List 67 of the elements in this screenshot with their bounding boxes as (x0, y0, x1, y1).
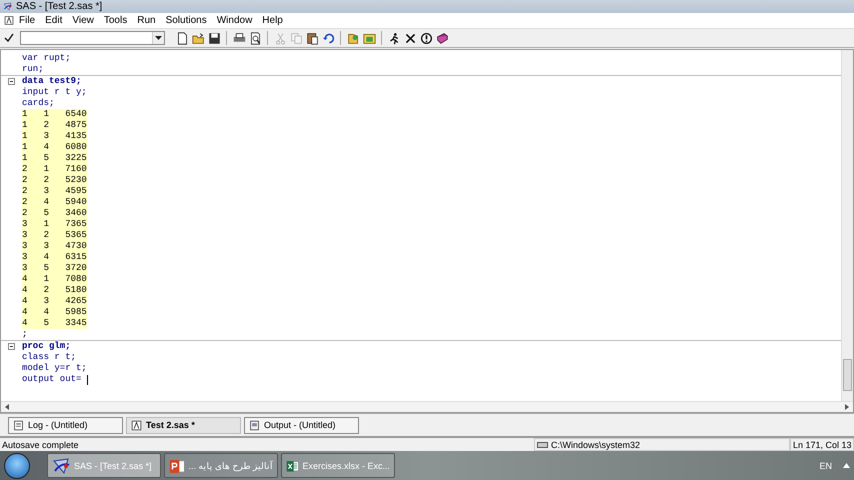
scroll-left-icon[interactable] (5, 404, 9, 410)
menu-item[interactable]: File (14, 14, 40, 28)
horizontal-scrollbar[interactable] (1, 401, 853, 412)
code-line: output out= (22, 374, 82, 385)
toolbar-button[interactable] (191, 31, 205, 45)
menu-item[interactable]: Help (257, 14, 288, 28)
code-line: run; (22, 64, 44, 75)
menu-item[interactable]: Run (132, 14, 161, 28)
window-tab[interactable]: Log - (Untitled) (8, 416, 123, 434)
toolbar-button[interactable] (403, 31, 417, 45)
sas-app-icon (52, 456, 70, 474)
menu-item[interactable]: Window (212, 14, 258, 28)
code-line: proc glm; (22, 341, 71, 352)
code-line: model y=r t; (22, 363, 87, 374)
show-hidden-icons-icon[interactable] (843, 463, 850, 468)
running-man-icon (388, 32, 400, 44)
new-file-icon (176, 32, 188, 44)
start-button[interactable] (4, 452, 30, 478)
cursor-position: Ln 171, Col 13 (790, 438, 854, 451)
code-line: var rupt; (22, 53, 71, 64)
window-tab[interactable]: Test 2.sas * (126, 416, 241, 434)
collapse-icon[interactable] (8, 78, 15, 85)
open-folder-icon (192, 32, 204, 44)
menu-item[interactable]: View (67, 14, 99, 28)
menu-item[interactable]: Edit (40, 14, 68, 28)
vertical-scrollbar[interactable] (841, 50, 853, 401)
save-icon (208, 32, 220, 44)
menu-item[interactable]: Tools (98, 14, 132, 28)
toolbar-button[interactable] (321, 31, 335, 45)
drive-icon (537, 442, 548, 448)
close-icon (404, 32, 416, 44)
code-line: cards; (22, 98, 54, 109)
folder-icon (346, 32, 360, 44)
clipboard-icon (306, 32, 318, 44)
code-line: ; (22, 329, 28, 340)
current-folder: C:\Windows\system32 (551, 440, 640, 450)
copy-icon (290, 32, 302, 44)
program-document-icon (131, 420, 142, 430)
dropdown-arrow-icon[interactable] (155, 36, 162, 40)
collapse-icon[interactable] (8, 343, 15, 350)
toolbar-button[interactable] (207, 31, 221, 45)
code-line: input r t y; (22, 87, 87, 98)
undo-icon (322, 32, 334, 44)
code-line: data test9; (22, 76, 82, 87)
log-document-icon (13, 420, 24, 430)
language-indicator[interactable]: EN (819, 460, 832, 470)
toolbar-button[interactable] (305, 31, 319, 45)
help-icon (420, 32, 432, 44)
toolbar-button[interactable] (175, 31, 189, 45)
results-folder-icon (362, 32, 376, 44)
app-icon (2, 2, 13, 11)
document-icon[interactable] (4, 15, 14, 26)
toolbar-button[interactable] (248, 31, 262, 45)
print-preview-icon (248, 32, 262, 44)
scissors-icon (274, 32, 286, 44)
menu-item[interactable]: Solutions (160, 14, 212, 28)
code-line: class r t; (22, 352, 76, 363)
scroll-right-icon[interactable] (845, 404, 849, 410)
window-tab[interactable]: Output - (Untitled) (244, 416, 359, 434)
toolbar-button[interactable] (232, 31, 246, 45)
status-message: Autosave complete (1, 438, 80, 451)
toolbar-button[interactable] (419, 31, 433, 45)
printer-icon (232, 32, 246, 44)
window-title: SAS - [Test 2.sas *] (16, 1, 102, 12)
checkmark-icon[interactable] (4, 33, 14, 43)
output-document-icon (249, 420, 260, 430)
command-field[interactable] (20, 31, 165, 45)
